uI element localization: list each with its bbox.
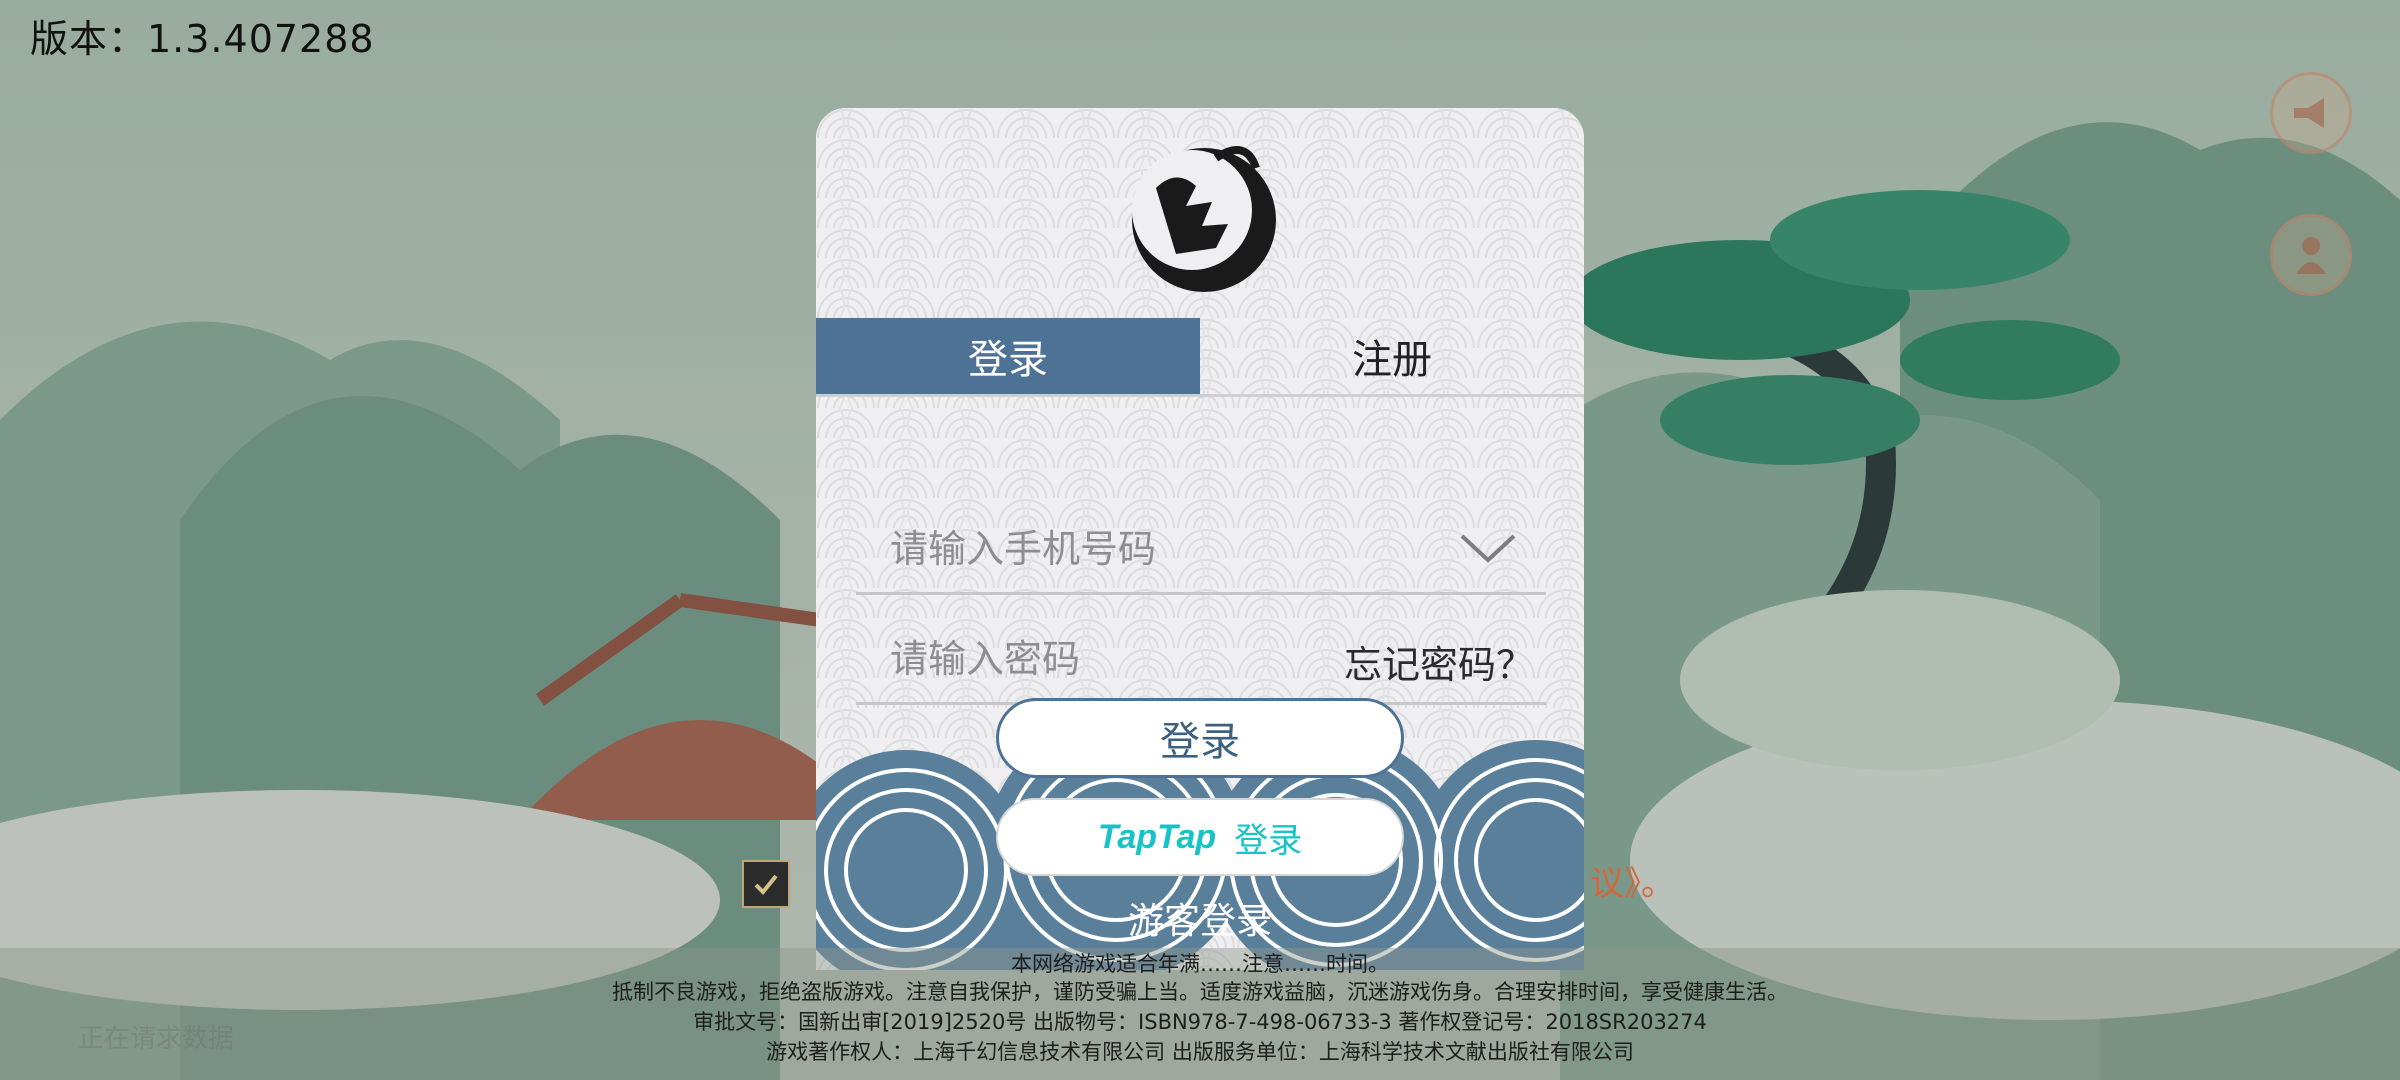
character-icon [2296, 237, 2326, 274]
tab-register[interactable]: 注册 [1200, 318, 1584, 394]
forgot-password-link[interactable]: 忘记密码？ [1344, 634, 1534, 689]
guest-login-link[interactable]: 游客登录 [816, 892, 1584, 944]
version-label: 版本：1.3.407288 [30, 17, 375, 61]
footer-copyright-info: 游戏著作权人：上海千幻信息技术有限公司 出版服务单位：上海科学技术文献出版社有限… [766, 1040, 1634, 1064]
taptap-logo: TapTap [1097, 817, 1217, 856]
announcement-button[interactable] [2270, 72, 2352, 154]
agreement-link-tail[interactable]: 议》。 [1590, 856, 1675, 905]
auth-tabs: 登录 注册 [816, 318, 1584, 396]
megaphone-icon [2294, 98, 2324, 128]
footer-notice: 本网络游戏适合年满……注意……时间。 抵制不良游戏，拒绝盗版游戏。注意自我保护，… [0, 948, 2400, 1080]
footer-health-notice: 抵制不良游戏，拒绝盗版游戏。注意自我保护，谨防受骗上当。适度游戏益脑，沉迷游戏伤… [612, 980, 1788, 1004]
tab-login[interactable]: 登录 [816, 318, 1200, 394]
phone-field [856, 506, 1546, 595]
taptap-login-label: 登录 [1234, 820, 1303, 861]
footer-approval-info: 审批文号：国新出审[2019]2520号 出版物号：ISBN978-7-498-… [693, 1010, 1707, 1034]
phone-input[interactable] [856, 506, 1546, 592]
login-button[interactable]: 登录 [996, 698, 1404, 778]
chevron-down-icon[interactable] [1458, 528, 1518, 568]
password-field: 忘记密码？ [856, 616, 1546, 705]
check-icon [754, 874, 778, 895]
footer-age-notice: 本网络游戏适合年满……注意……时间。 [1011, 952, 1389, 976]
character-button[interactable] [2270, 214, 2352, 296]
game-logo [1132, 146, 1276, 292]
login-panel: 登录 注册 忘记密码？ 登录 TapTap 登录 游客 [816, 108, 1584, 970]
tab-divider [816, 394, 1584, 397]
taptap-login-button[interactable]: TapTap 登录 [996, 798, 1404, 876]
agreement-checkbox[interactable] [742, 860, 790, 908]
